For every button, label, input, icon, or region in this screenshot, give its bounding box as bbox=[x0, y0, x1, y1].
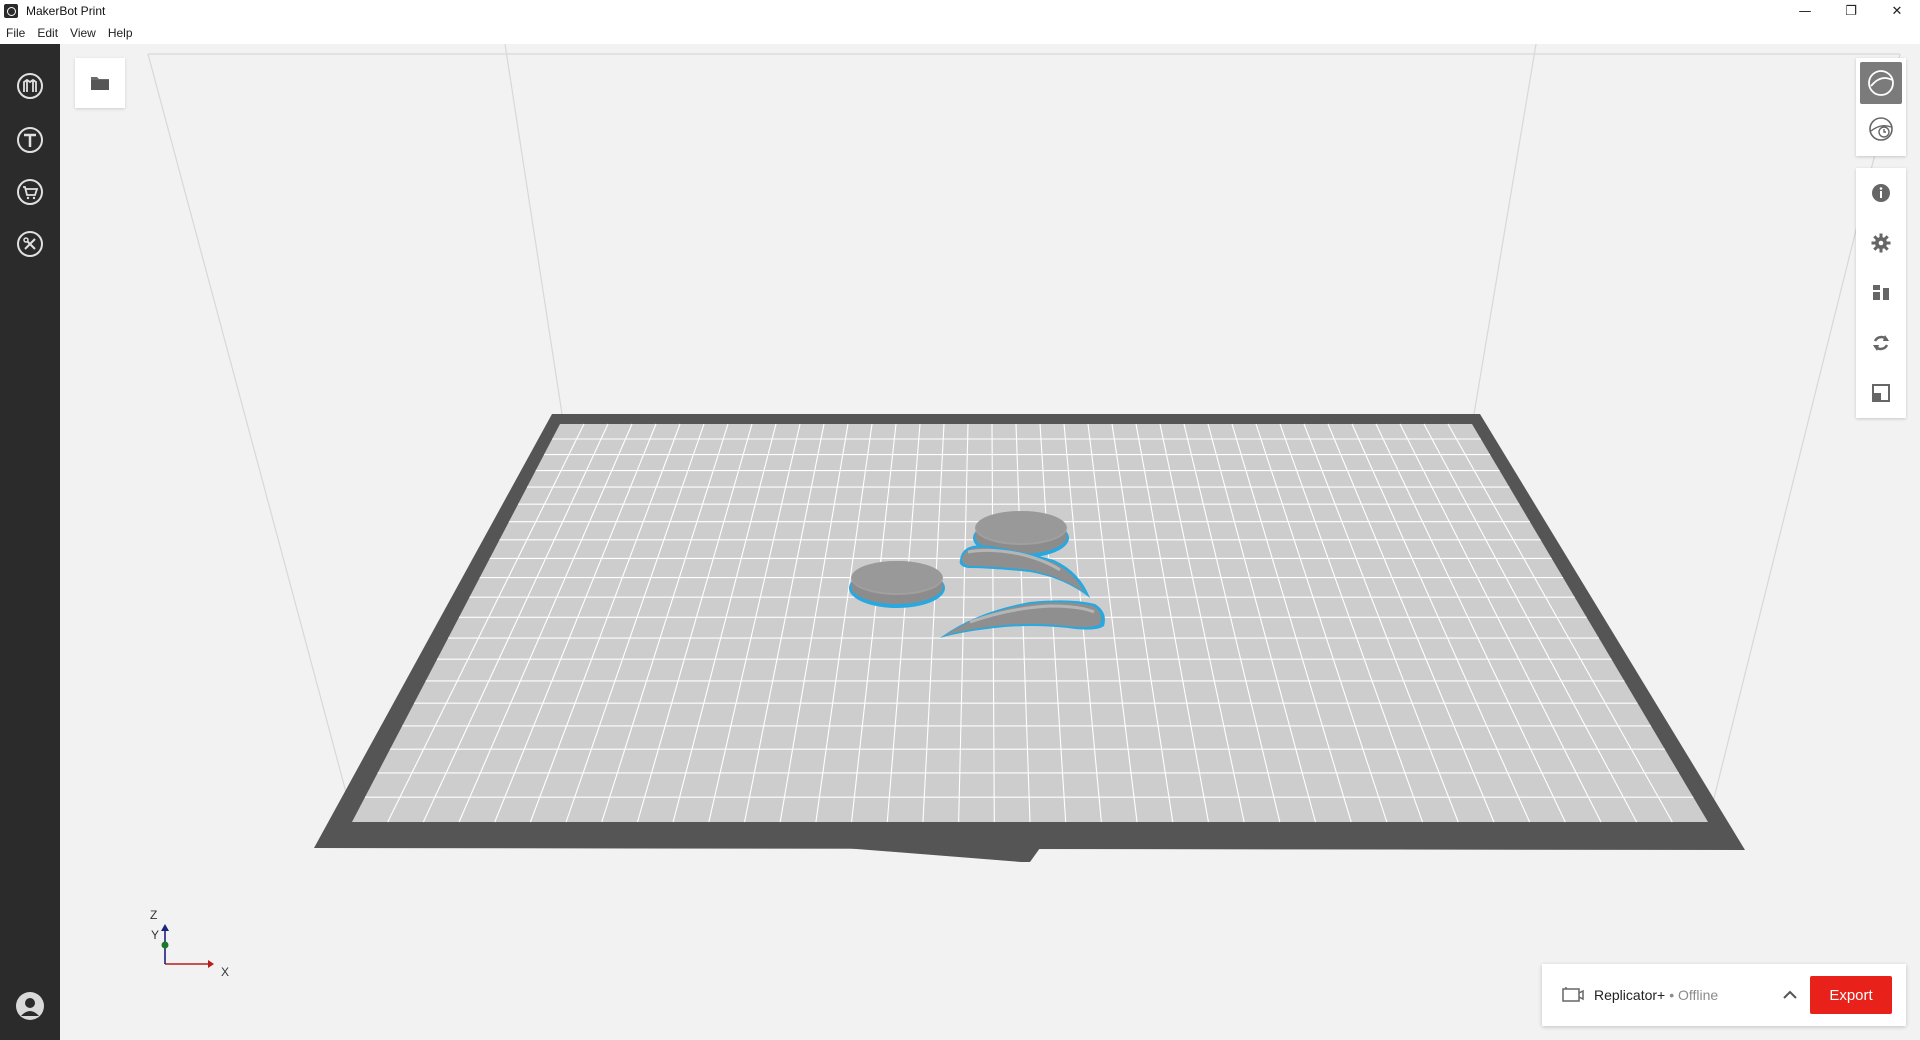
menu-help[interactable]: Help bbox=[102, 26, 139, 40]
minimize-button[interactable]: — bbox=[1782, 0, 1828, 22]
thingiverse-icon bbox=[17, 127, 43, 153]
window-controls: — ❐ ✕ bbox=[1782, 0, 1920, 22]
settings-tools-button[interactable] bbox=[14, 228, 46, 260]
build-volume-viewport[interactable]: Z Y X bbox=[60, 43, 1920, 1040]
menu-bar: File Edit View Help bbox=[0, 22, 1920, 44]
store-icon bbox=[17, 179, 43, 205]
window-title: MakerBot Print bbox=[26, 4, 106, 18]
preview-button[interactable] bbox=[1856, 104, 1906, 154]
info-button[interactable] bbox=[1856, 168, 1906, 218]
maximize-button[interactable]: ❐ bbox=[1828, 0, 1874, 22]
view-mode-icon bbox=[1868, 70, 1894, 96]
title-bar: MakerBot Print — ❐ ✕ bbox=[0, 0, 1920, 22]
user-account-button[interactable] bbox=[14, 990, 46, 1022]
makerbot-home-icon bbox=[17, 73, 43, 99]
menu-edit[interactable]: Edit bbox=[31, 26, 64, 40]
rotate-button[interactable] bbox=[1856, 318, 1906, 368]
print-settings-button[interactable] bbox=[1856, 218, 1906, 268]
folder-icon bbox=[91, 77, 109, 90]
settings-tools-icon bbox=[17, 231, 43, 257]
rotate-icon bbox=[1873, 335, 1889, 351]
printer-bar: Replicator+ • Offline Export bbox=[1542, 964, 1906, 1026]
arrange-button[interactable] bbox=[1856, 268, 1906, 318]
tools-panel bbox=[1856, 168, 1906, 418]
preview-time-icon bbox=[1869, 117, 1893, 141]
user-account-icon bbox=[16, 992, 44, 1020]
view-mode-button[interactable] bbox=[1860, 62, 1902, 104]
menu-view[interactable]: View bbox=[64, 26, 102, 40]
settings-icon bbox=[1871, 233, 1891, 253]
left-sidebar bbox=[0, 44, 60, 1040]
axis-y-label: Y bbox=[151, 928, 160, 942]
printer-status: • Offline bbox=[1669, 987, 1719, 1003]
printer-name[interactable]: Replicator+ bbox=[1594, 987, 1665, 1003]
scale-icon bbox=[1872, 384, 1890, 402]
axis-z-label: Z bbox=[150, 908, 158, 922]
makerbot-home-button[interactable] bbox=[14, 70, 46, 102]
open-file-button[interactable] bbox=[75, 58, 125, 108]
view-mode-panel bbox=[1856, 58, 1906, 156]
printer-icon bbox=[1562, 987, 1584, 1002]
store-button[interactable] bbox=[14, 176, 46, 208]
arrange-icon bbox=[1873, 285, 1889, 300]
menu-file[interactable]: File bbox=[0, 26, 31, 40]
chevron-up-icon[interactable] bbox=[1781, 986, 1799, 1004]
build-plate-scene bbox=[147, 43, 1901, 968]
axis-x-label: X bbox=[221, 965, 230, 979]
info-icon bbox=[1872, 184, 1890, 202]
axis-triad bbox=[161, 924, 214, 968]
makerbot-app-icon bbox=[4, 4, 18, 18]
thingiverse-button[interactable] bbox=[14, 124, 46, 156]
close-button[interactable]: ✕ bbox=[1874, 0, 1920, 22]
scale-button[interactable] bbox=[1856, 368, 1906, 418]
export-button[interactable]: Export bbox=[1810, 976, 1892, 1014]
